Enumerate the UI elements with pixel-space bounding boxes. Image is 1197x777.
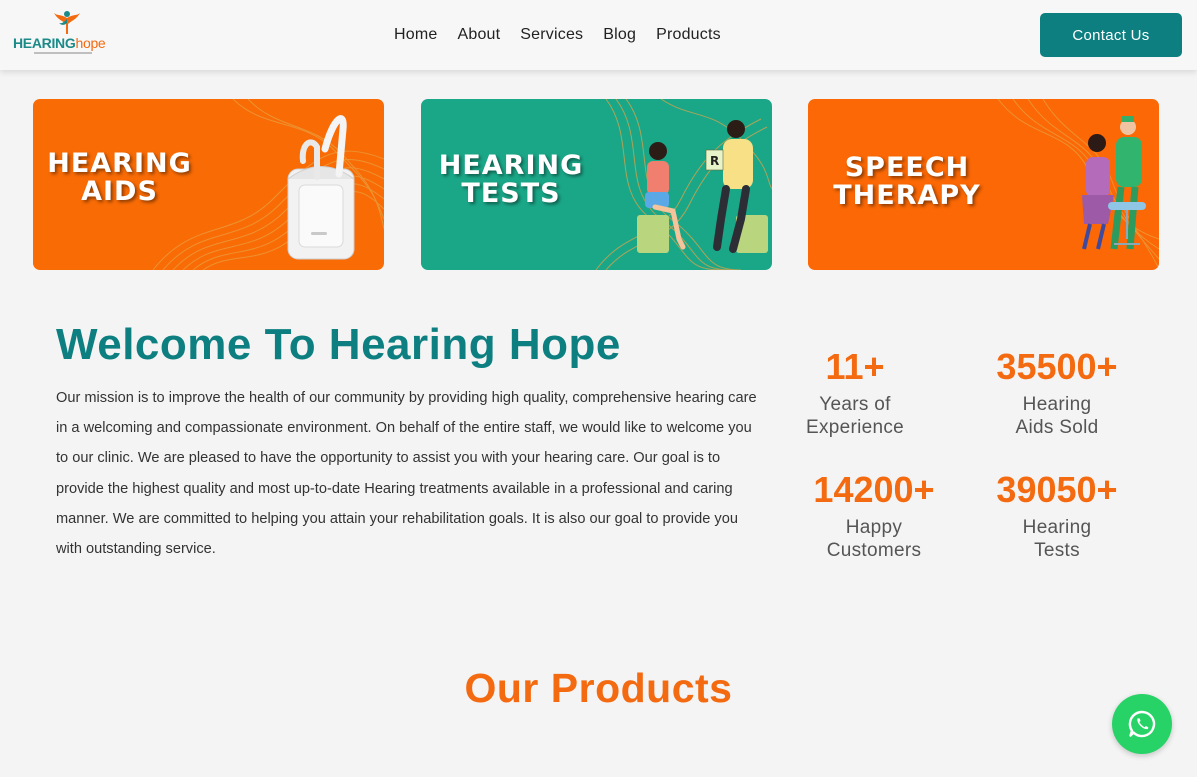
banner-hearing-tests[interactable]: R HEARING TESTS: [421, 99, 772, 270]
site-header: HEARINGhope Home About Services Blog Pro…: [0, 0, 1197, 70]
stat-label: Hearing Aids Sold: [1015, 394, 1099, 438]
banner-title-hearing-aids: HEARING AIDS: [47, 148, 192, 207]
stat-years-experience: 11+ Years of Experience: [770, 347, 940, 439]
stat-label: Happy Customers: [826, 517, 922, 561]
products-heading: Our Products: [464, 665, 733, 711]
banner-hearing-aids[interactable]: HEARING AIDS: [33, 99, 384, 270]
whatsapp-button[interactable]: [1112, 694, 1172, 754]
welcome-paragraph: Our mission is to improve the health of …: [56, 390, 757, 558]
banner-speech-therapy[interactable]: SPEECH THERAPY: [808, 99, 1159, 270]
logo-word-hearing: HEARING: [13, 35, 76, 51]
nav-services[interactable]: Services: [510, 24, 593, 46]
stat-happy-customers: 14200+ Happy Customers: [789, 470, 959, 562]
stat-hearing-tests: 39050+ Hearing Tests: [972, 470, 1142, 562]
stat-value: 39050+: [996, 469, 1118, 510]
logo-tagline: [34, 52, 92, 54]
stat-value: 11+: [825, 346, 885, 387]
nav-blog[interactable]: Blog: [593, 24, 646, 46]
stat-value: 35500+: [996, 346, 1118, 387]
stat-label: Years of Experience: [805, 394, 905, 438]
logo-text: HEARINGhope: [13, 35, 106, 51]
stat-value: 14200+: [813, 469, 935, 510]
welcome-heading: Welcome To Hearing Hope: [56, 320, 621, 369]
nav-home[interactable]: Home: [384, 24, 447, 46]
banner-title-speech-therapy: SPEECH THERAPY: [833, 152, 981, 211]
nav-products[interactable]: Products: [646, 24, 731, 46]
logo-figure-icon: [54, 11, 80, 34]
stat-label: Hearing Tests: [1022, 517, 1092, 561]
nav-about[interactable]: About: [447, 24, 510, 46]
contact-us-button[interactable]: Contact Us: [1040, 13, 1182, 57]
banner-title-hearing-tests: HEARING TESTS: [438, 150, 584, 209]
svg-text:R: R: [710, 154, 719, 168]
logo-word-hope: hope: [75, 35, 106, 51]
hearing-hope-logo[interactable]: HEARINGhope: [12, 10, 122, 58]
main-nav: Home About Services Blog Products: [384, 24, 731, 46]
stat-hearing-aids-sold: 35500+ Hearing Aids Sold: [972, 347, 1142, 439]
whatsapp-icon: [1128, 710, 1156, 738]
